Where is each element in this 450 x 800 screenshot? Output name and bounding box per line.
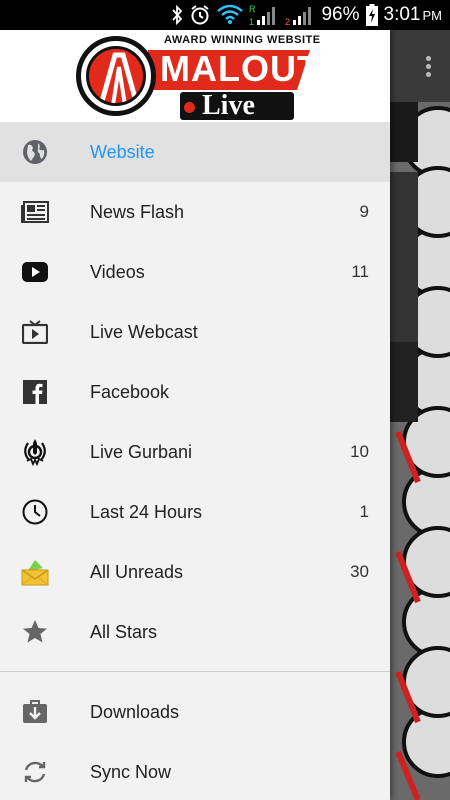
svg-text:R: R xyxy=(249,4,256,14)
clock-icon xyxy=(21,499,49,525)
envelope-icon xyxy=(21,559,49,586)
signal-sim1-icon: R 1 xyxy=(249,3,279,27)
nav-count: 11 xyxy=(351,262,369,281)
nav-label: Last 24 Hours xyxy=(90,501,203,522)
logo-name: MALOUT xyxy=(160,48,320,89)
nav-item-downloads[interactable]: Downloads xyxy=(0,682,390,742)
background-toolbar xyxy=(390,30,450,102)
clock-ampm: PM xyxy=(422,8,443,23)
nav-count: 9 xyxy=(359,202,369,221)
malout-live-logo[interactable]: AWARD WINNING WEBSITE MALOUT Live xyxy=(76,34,320,121)
sync-icon xyxy=(21,759,49,785)
overflow-menu-icon[interactable] xyxy=(426,56,432,80)
clock-time: 3:01 xyxy=(383,4,421,25)
drawer-header: AWARD WINNING WEBSITE MALOUT Live xyxy=(0,30,390,122)
nav-item-last-24-hours[interactable]: Last 24 Hours 1 xyxy=(0,482,390,542)
tv-icon xyxy=(21,319,49,345)
nav-count: 1 xyxy=(359,502,369,521)
star-icon xyxy=(21,619,49,645)
nav-label: Live Gurbani xyxy=(90,441,193,462)
youtube-icon xyxy=(21,259,49,285)
nav-label: Live Webcast xyxy=(90,321,198,342)
nav-label: Facebook xyxy=(90,381,170,402)
alarm-icon xyxy=(189,4,211,26)
nav-count: 30 xyxy=(350,562,369,581)
battery-charging-icon xyxy=(365,4,378,26)
facebook-icon xyxy=(21,379,49,405)
newspaper-icon xyxy=(21,199,49,225)
battery-percent: 96% xyxy=(321,4,360,25)
logo-tagline: AWARD WINNING WEBSITE xyxy=(164,34,321,46)
nav-item-videos[interactable]: Videos 11 xyxy=(0,242,390,302)
nav-divider xyxy=(0,671,390,672)
nav-label: All Stars xyxy=(90,621,158,642)
globe-icon xyxy=(21,139,49,165)
svg-text:1: 1 xyxy=(249,17,254,27)
download-icon xyxy=(21,699,49,725)
nav-item-live-webcast[interactable]: Live Webcast xyxy=(0,302,390,362)
background-pattern xyxy=(390,102,450,800)
nav-item-all-stars[interactable]: All Stars xyxy=(0,602,390,662)
nav-item-facebook[interactable]: Facebook xyxy=(0,362,390,422)
nav-item-live-gurbani[interactable]: Live Gurbani 10 xyxy=(0,422,390,482)
navigation-drawer: AWARD WINNING WEBSITE MALOUT Live Websit… xyxy=(0,30,390,800)
nav-count: 10 xyxy=(350,442,369,461)
nav-label: Downloads xyxy=(90,701,180,722)
wifi-icon xyxy=(217,5,244,25)
nav-label: Website xyxy=(90,141,155,162)
logo-live: Live xyxy=(202,90,255,121)
nav-item-website[interactable]: Website xyxy=(0,122,390,182)
bluetooth-icon xyxy=(171,5,183,25)
background-app xyxy=(390,30,450,800)
logo-dot xyxy=(184,102,195,113)
nav-list: Website News Flash 9 Videos 11 Live Webc… xyxy=(0,122,390,800)
signal-sim2-icon: 2 xyxy=(285,3,315,27)
khanda-icon xyxy=(21,439,49,466)
nav-label: Videos xyxy=(90,261,145,282)
nav-item-sync-now[interactable]: Sync Now xyxy=(0,742,390,800)
nav-item-all-unreads[interactable]: All Unreads 30 xyxy=(0,542,390,602)
nav-label: News Flash xyxy=(90,201,185,222)
nav-label: Sync Now xyxy=(90,761,172,782)
nav-item-news-flash[interactable]: News Flash 9 xyxy=(0,182,390,242)
svg-text:2: 2 xyxy=(285,17,290,27)
status-bar: R 1 2 96% 3:01 PM xyxy=(0,0,450,30)
nav-label: All Unreads xyxy=(90,561,184,582)
logo-emblem xyxy=(76,36,156,116)
